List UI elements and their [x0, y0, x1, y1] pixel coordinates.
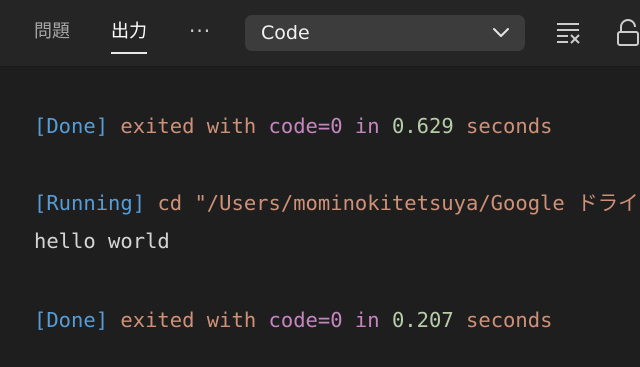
output-line-done-2: [Done] exited with code=0 in 0.207 secon…	[34, 307, 552, 333]
exit-text: exited with	[120, 308, 257, 332]
lock-icon[interactable]	[615, 19, 640, 47]
exit-code: code=0	[268, 308, 343, 332]
output-channel-value: Code	[261, 22, 310, 44]
output-channel-select[interactable]: Code	[245, 15, 525, 51]
tab-problems[interactable]: 問題	[34, 19, 70, 45]
output-panel[interactable]: [Done] exited with code=0 in 0.629 secon…	[0, 67, 640, 367]
time-unit: seconds	[466, 308, 553, 332]
output-line-program: hello world	[34, 228, 170, 254]
output-line-done-1: [Done] exited with code=0 in 0.629 secon…	[34, 113, 552, 139]
elapsed-time: 0.207	[391, 308, 454, 332]
tab-output[interactable]: 出力	[111, 19, 147, 54]
status-tag: [Running]	[34, 191, 146, 215]
output-line-running: [Running] cd "/Users/mominokitetsuya/Goo…	[34, 190, 639, 216]
in-keyword: in	[354, 114, 380, 138]
run-command: cd "/Users/mominokitetsuya/Google ドライ	[157, 191, 639, 215]
status-tag: [Done]	[34, 308, 109, 332]
status-tag: [Done]	[34, 114, 109, 138]
panel-header: 問題 出力 ··· Code	[0, 0, 640, 67]
exit-code: code=0	[268, 114, 343, 138]
more-icon[interactable]: ···	[189, 17, 211, 45]
program-output: hello world	[34, 229, 170, 253]
exit-text: exited with	[120, 114, 257, 138]
chevron-down-icon	[493, 28, 509, 37]
clear-output-icon[interactable]	[555, 19, 583, 47]
time-unit: seconds	[466, 114, 553, 138]
elapsed-time: 0.629	[391, 114, 454, 138]
in-keyword: in	[354, 308, 380, 332]
